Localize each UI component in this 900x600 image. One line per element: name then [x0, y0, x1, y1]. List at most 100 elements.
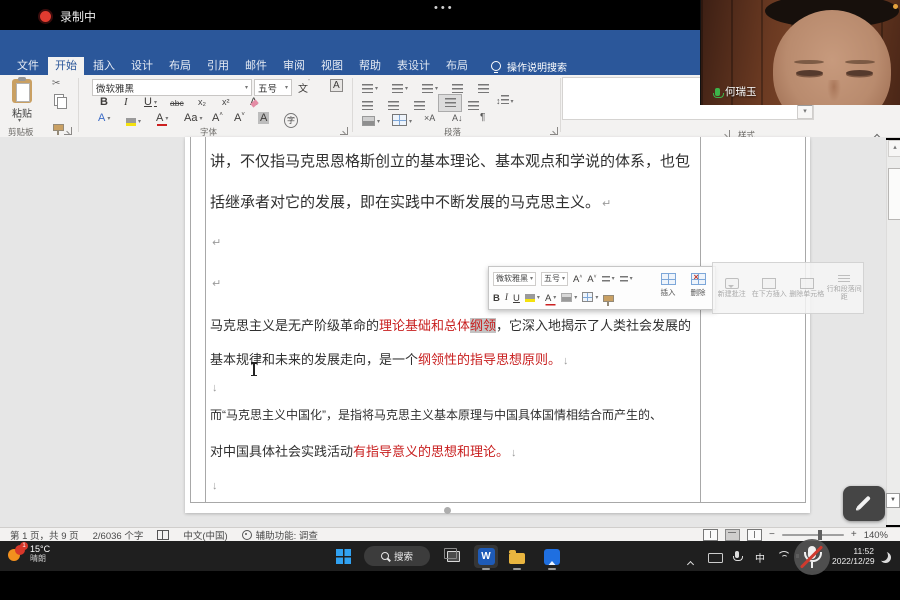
- ghost-delete-cells-button[interactable]: 删除单元格: [789, 278, 825, 299]
- focus-assist-moon-icon[interactable]: [880, 552, 891, 563]
- document-line[interactable]: ↓: [210, 379, 218, 394]
- tab-layout[interactable]: 布局: [162, 57, 198, 75]
- mini-bold-button[interactable]: B: [493, 293, 500, 304]
- justify-icon[interactable]: [438, 94, 462, 112]
- change-case-icon[interactable]: Aa: [184, 112, 202, 124]
- mini-insert-button[interactable]: 插入: [653, 273, 683, 298]
- document-line[interactable]: 基本规律和未来的发展走向，是一个纲领性的指导思想原则。↓: [210, 349, 569, 368]
- mini-shrink-font-icon[interactable]: A˅: [587, 274, 596, 285]
- mini-font-color-icon[interactable]: A: [545, 293, 556, 304]
- borders-icon[interactable]: [392, 113, 412, 131]
- tab-table-design[interactable]: 表设计: [390, 57, 437, 75]
- tab-home[interactable]: 开始: [48, 57, 84, 75]
- distribute-icon[interactable]: [468, 97, 479, 115]
- tab-help[interactable]: 帮助: [352, 57, 388, 75]
- tab-review[interactable]: 审阅: [276, 57, 312, 75]
- font-size-select[interactable]: 五号: [254, 79, 292, 96]
- increase-indent-icon[interactable]: [478, 80, 489, 98]
- page-indicator[interactable]: 第 1 页，共 9 页: [10, 528, 79, 542]
- wifi-icon[interactable]: [777, 551, 789, 561]
- document-line[interactable]: 讲，不仅指马克思恩格斯创立的基本理论、基本观点和学说的体系，也包: [210, 150, 690, 171]
- mini-underline-button[interactable]: U: [513, 293, 520, 304]
- line-spacing-icon[interactable]: ↕: [496, 95, 514, 106]
- mini-grow-font-icon[interactable]: A˄: [573, 274, 582, 285]
- multilevel-list-icon[interactable]: [422, 80, 438, 98]
- numbering-icon[interactable]: [392, 80, 408, 98]
- paste-icon[interactable]: [12, 79, 32, 103]
- task-view-icon[interactable]: [447, 551, 460, 562]
- window-menu-dots-icon[interactable]: •••: [434, 2, 455, 14]
- clock[interactable]: 11:52 2022/12/29: [832, 547, 874, 566]
- mini-highlight-icon[interactable]: [525, 289, 540, 307]
- font-name-select[interactable]: 微软雅黑: [92, 79, 252, 96]
- scroll-up-icon[interactable]: ▴: [888, 140, 900, 157]
- bullets-icon[interactable]: [362, 80, 378, 98]
- paste-button[interactable]: 粘贴: [7, 105, 37, 120]
- tab-references[interactable]: 引用: [200, 57, 236, 75]
- start-button[interactable]: [336, 549, 351, 564]
- mini-bullets-icon[interactable]: [602, 270, 615, 288]
- character-border-icon[interactable]: A: [330, 79, 343, 92]
- mini-font-size-select[interactable]: 五号: [541, 272, 568, 286]
- scrollbar-thumb[interactable]: [888, 168, 900, 220]
- tray-mic-icon[interactable]: [735, 551, 739, 558]
- zoom-level[interactable]: 140%: [864, 530, 888, 541]
- document-line[interactable]: ↓: [210, 477, 218, 492]
- ghost-line-spacing-button[interactable]: 行和段落间距: [826, 275, 862, 302]
- mini-borders-icon[interactable]: [582, 289, 598, 307]
- styles-more-icon[interactable]: ▾: [797, 104, 813, 119]
- mini-delete-button[interactable]: 删除: [683, 273, 713, 298]
- paragraph-dialog-launcher[interactable]: [550, 127, 558, 135]
- ime-indicator[interactable]: 中: [755, 550, 765, 565]
- tab-table-layout[interactable]: 布局: [439, 57, 475, 75]
- copy-icon[interactable]: [54, 94, 64, 106]
- font-dialog-launcher[interactable]: [340, 127, 348, 135]
- show-marks-icon[interactable]: ¶: [480, 112, 485, 123]
- enclose-characters-icon[interactable]: 字: [284, 113, 298, 128]
- tray-expand-icon[interactable]: [688, 554, 693, 572]
- pen-tool-dropdown-icon[interactable]: ▼: [886, 493, 900, 508]
- mini-shading-icon[interactable]: [561, 289, 577, 307]
- tab-view[interactable]: 视图: [314, 57, 350, 75]
- mini-format-painter-icon[interactable]: [603, 295, 614, 302]
- proofing-icon[interactable]: [157, 530, 169, 540]
- strikethrough-button[interactable]: abc: [170, 98, 184, 108]
- font-color-icon[interactable]: A: [156, 112, 168, 124]
- document-line[interactable]: ↵: [210, 274, 221, 291]
- language-indicator[interactable]: 中文(中国): [183, 528, 227, 542]
- tell-me-search[interactable]: 操作说明搜索: [491, 57, 567, 75]
- text-effects-icon[interactable]: A: [98, 112, 110, 124]
- shrink-font-icon[interactable]: A˅: [234, 112, 245, 124]
- read-mode-icon[interactable]: [703, 529, 718, 541]
- character-shading-icon[interactable]: A: [258, 112, 269, 124]
- document-line[interactable]: 对中国具体社会实践活动有指导意义的思想和理论。↓: [210, 441, 517, 460]
- mini-italic-button[interactable]: I: [505, 293, 508, 303]
- sort-icon[interactable]: A↓: [452, 113, 463, 123]
- ghost-new-comment-button[interactable]: 新建批注: [714, 278, 750, 299]
- format-painter-icon[interactable]: [53, 124, 64, 131]
- clipboard-dialog-launcher[interactable]: [64, 127, 72, 135]
- shading-icon[interactable]: [362, 113, 380, 131]
- underline-button[interactable]: U: [144, 96, 157, 108]
- touch-keyboard-icon[interactable]: [708, 553, 723, 563]
- zoom-slider[interactable]: [782, 534, 844, 536]
- web-layout-icon[interactable]: [747, 529, 762, 541]
- clear-formatting-icon[interactable]: A: [250, 96, 257, 108]
- accessibility-status[interactable]: 辅助功能: 调查: [256, 528, 318, 542]
- paste-dropdown-icon[interactable]: ▾: [18, 117, 21, 124]
- muted-mic-overlay-icon[interactable]: [794, 539, 830, 575]
- document-line[interactable]: 括继承者对它的发展，即在实践中不断发展的马克思主义。↵: [210, 191, 611, 212]
- word-count[interactable]: 2/6036 个字: [93, 528, 144, 542]
- document-page[interactable]: 讲，不仅指马克思恩格斯创立的基本理论、基本观点和学说的体系，也包括继承者对它的发…: [185, 137, 810, 513]
- taskbar-search[interactable]: 搜索: [364, 546, 430, 566]
- italic-button[interactable]: I: [124, 96, 128, 108]
- tab-file[interactable]: 文件: [10, 57, 46, 75]
- cut-icon[interactable]: ✂: [52, 78, 60, 89]
- zoom-slider-thumb[interactable]: [818, 530, 822, 540]
- bold-button[interactable]: B: [100, 96, 108, 108]
- subscript-button[interactable]: x₂: [198, 97, 206, 107]
- taskbar-media-app[interactable]: [540, 545, 564, 568]
- zoom-in-button[interactable]: +: [851, 530, 857, 540]
- grow-font-icon[interactable]: A˄: [212, 112, 223, 124]
- document-line[interactable]: ↵: [210, 233, 221, 250]
